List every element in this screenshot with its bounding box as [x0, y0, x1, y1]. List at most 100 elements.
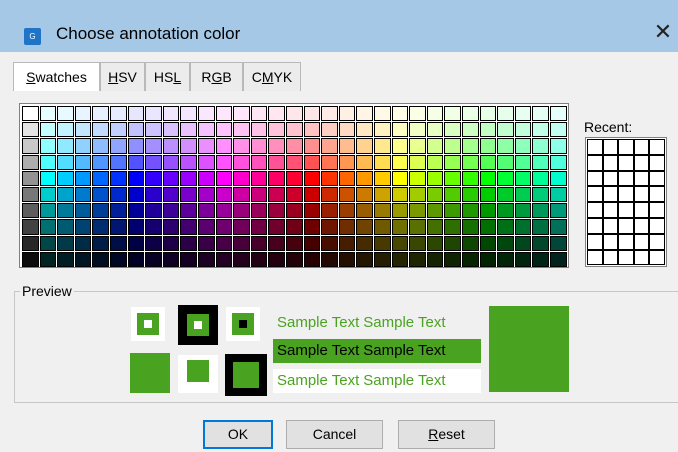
color-swatch[interactable]	[250, 154, 268, 170]
color-swatch[interactable]	[497, 138, 514, 154]
color-swatch[interactable]	[462, 187, 479, 203]
color-swatch[interactable]	[215, 106, 233, 122]
recent-swatch[interactable]	[587, 154, 603, 171]
recent-swatch[interactable]	[633, 186, 650, 203]
color-swatch[interactable]	[532, 154, 549, 170]
color-swatch[interactable]	[74, 170, 92, 186]
color-swatch[interactable]	[57, 203, 74, 219]
color-swatch[interactable]	[145, 235, 162, 251]
color-swatch[interactable]	[444, 154, 461, 170]
color-swatch[interactable]	[57, 122, 74, 138]
recent-swatch[interactable]	[649, 249, 665, 266]
recent-swatch[interactable]	[633, 170, 650, 187]
color-swatch[interactable]	[250, 106, 268, 122]
color-swatch[interactable]	[514, 154, 532, 170]
color-swatch[interactable]	[92, 187, 109, 203]
recent-swatch[interactable]	[633, 154, 650, 171]
color-swatch[interactable]	[92, 235, 109, 251]
color-swatch[interactable]	[233, 154, 250, 170]
color-swatch[interactable]	[321, 219, 338, 235]
recent-swatch[interactable]	[633, 202, 650, 218]
color-swatch[interactable]	[286, 106, 303, 122]
recent-swatch[interactable]	[618, 218, 634, 234]
color-swatch[interactable]	[374, 187, 391, 203]
color-swatch[interactable]	[215, 219, 233, 235]
color-swatch[interactable]	[92, 219, 109, 235]
color-swatch[interactable]	[180, 235, 197, 251]
color-swatch[interactable]	[39, 203, 57, 219]
color-swatch[interactable]	[426, 154, 444, 170]
color-swatch[interactable]	[514, 122, 532, 138]
color-swatch[interactable]	[145, 251, 162, 267]
color-swatch[interactable]	[374, 154, 391, 170]
color-swatch[interactable]	[39, 235, 57, 251]
color-swatch[interactable]	[409, 138, 426, 154]
recent-swatch[interactable]	[649, 170, 665, 187]
color-swatch[interactable]	[514, 187, 532, 203]
color-swatch[interactable]	[479, 251, 497, 267]
color-swatch[interactable]	[444, 235, 461, 251]
color-swatch[interactable]	[127, 106, 145, 122]
color-swatch[interactable]	[215, 251, 233, 267]
color-swatch[interactable]	[550, 122, 567, 138]
color-swatch[interactable]	[268, 187, 285, 203]
color-swatch[interactable]	[180, 219, 197, 235]
color-swatch[interactable]	[497, 106, 514, 122]
color-swatch[interactable]	[550, 235, 567, 251]
color-swatch[interactable]	[303, 122, 321, 138]
color-swatch[interactable]	[550, 170, 567, 186]
color-swatch[interactable]	[233, 203, 250, 219]
recent-swatch[interactable]	[618, 139, 634, 155]
color-swatch[interactable]	[462, 170, 479, 186]
color-swatch[interactable]	[233, 251, 250, 267]
color-swatch[interactable]	[303, 138, 321, 154]
color-swatch[interactable]	[514, 170, 532, 186]
color-swatch[interactable]	[374, 106, 391, 122]
color-swatch[interactable]	[22, 170, 39, 186]
color-swatch[interactable]	[268, 106, 285, 122]
color-swatch[interactable]	[338, 154, 356, 170]
recent-swatch[interactable]	[649, 218, 665, 234]
color-swatch[interactable]	[286, 187, 303, 203]
color-swatch[interactable]	[286, 219, 303, 235]
color-swatch[interactable]	[409, 187, 426, 203]
color-swatch[interactable]	[338, 187, 356, 203]
color-swatch[interactable]	[162, 203, 180, 219]
color-swatch[interactable]	[74, 154, 92, 170]
color-swatch[interactable]	[74, 122, 92, 138]
color-swatch[interactable]	[180, 203, 197, 219]
color-swatch[interactable]	[145, 203, 162, 219]
color-swatch[interactable]	[338, 170, 356, 186]
recent-swatch[interactable]	[618, 186, 634, 203]
color-swatch[interactable]	[462, 138, 479, 154]
color-swatch[interactable]	[426, 219, 444, 235]
color-swatch[interactable]	[92, 122, 109, 138]
color-swatch[interactable]	[391, 203, 409, 219]
color-swatch[interactable]	[479, 235, 497, 251]
color-swatch[interactable]	[321, 203, 338, 219]
color-swatch[interactable]	[215, 154, 233, 170]
recent-swatch[interactable]	[602, 170, 619, 187]
color-swatch[interactable]	[444, 122, 461, 138]
recent-swatch[interactable]	[587, 139, 603, 155]
color-swatch[interactable]	[145, 106, 162, 122]
color-swatch[interactable]	[162, 187, 180, 203]
color-swatch[interactable]	[303, 154, 321, 170]
color-swatch[interactable]	[321, 235, 338, 251]
color-swatch[interactable]	[92, 154, 109, 170]
color-swatch[interactable]	[479, 138, 497, 154]
color-swatch[interactable]	[127, 251, 145, 267]
recent-swatch[interactable]	[618, 170, 634, 187]
color-swatch[interactable]	[303, 251, 321, 267]
color-swatch[interactable]	[22, 154, 39, 170]
color-swatch[interactable]	[180, 154, 197, 170]
recent-swatch[interactable]	[633, 218, 650, 234]
color-swatch[interactable]	[145, 154, 162, 170]
color-swatch[interactable]	[374, 203, 391, 219]
color-swatch[interactable]	[250, 219, 268, 235]
color-swatch[interactable]	[162, 235, 180, 251]
color-swatch[interactable]	[162, 106, 180, 122]
recent-swatch[interactable]	[587, 233, 603, 250]
color-swatch[interactable]	[303, 170, 321, 186]
color-swatch[interactable]	[356, 154, 373, 170]
